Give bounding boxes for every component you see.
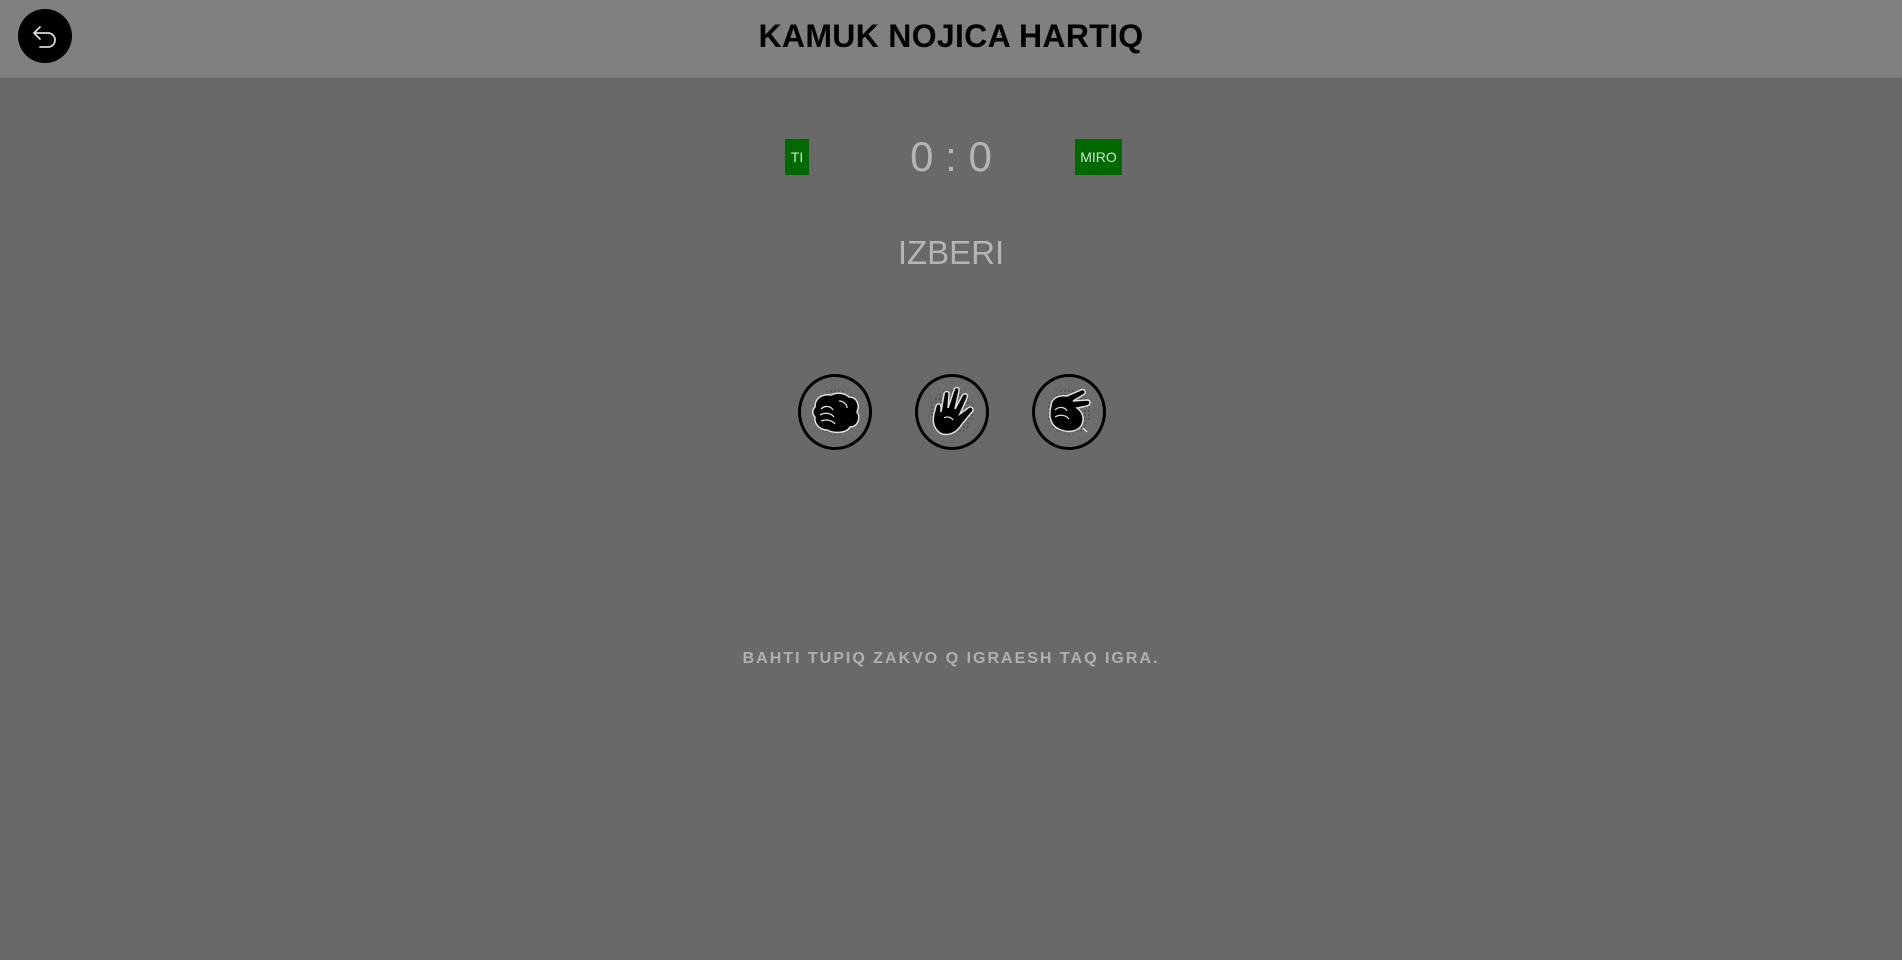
scissors-choice-button[interactable] — [1032, 374, 1106, 450]
rock-choice-button[interactable] — [798, 374, 872, 450]
player-badge: TI — [785, 139, 809, 175]
computer-badge: MIRO — [1075, 139, 1122, 175]
header-bar: KAMUK NOJICA HARTIQ — [0, 0, 1902, 78]
paper-choice-button[interactable] — [915, 374, 989, 450]
score-display: 0 : 0 — [910, 133, 992, 180]
choose-prompt: IZBERI — [897, 234, 1005, 271]
open-hand-icon — [932, 386, 974, 436]
fist-icon — [812, 392, 860, 434]
page-title: KAMUK NOJICA HARTIQ — [758, 18, 1144, 54]
status-message: BAHTI TUPIQ ZAKVO Q IGRAESH TAQ IGRA. — [742, 650, 1160, 667]
scissors-hand-icon — [1049, 388, 1091, 433]
